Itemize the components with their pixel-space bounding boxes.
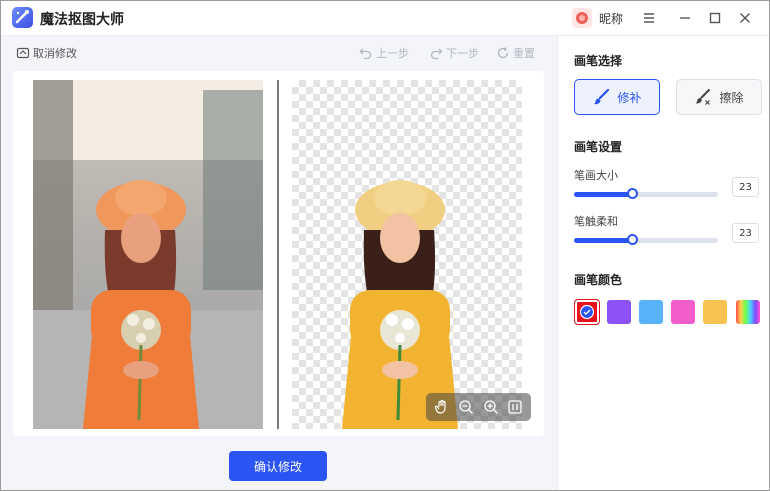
home-icon [16, 47, 30, 59]
size-slider-fill [574, 192, 634, 197]
softness-slider-fill [574, 238, 634, 243]
erase-brush-label: 擦除 [719, 90, 744, 105]
brush-settings-title: 画笔设置 [574, 140, 623, 154]
minimize-icon[interactable] [673, 6, 697, 30]
reset-button[interactable]: 重置 [496, 45, 535, 61]
size-value-box[interactable]: 23 [732, 177, 759, 197]
undo-button[interactable]: 上一步 [359, 45, 409, 61]
check-icon [579, 304, 595, 320]
brush-icon [594, 88, 610, 105]
cancel-edit-button[interactable]: 取消修改 [16, 45, 77, 61]
brush-select-title: 画笔选择 [574, 54, 623, 68]
reset-icon [497, 47, 509, 59]
brush-panel: 画笔选择 修补 擦除 画笔设置 笔画大小 23 笔触柔和 23 画笔颜色 [557, 36, 769, 490]
title-bar: 魔法抠图大师 昵称 [1, 1, 769, 36]
original-photo [33, 80, 263, 429]
undo-label: 上一步 [376, 47, 409, 60]
color-swatch-yellow[interactable] [703, 300, 727, 324]
redo-icon [430, 48, 443, 60]
size-label: 笔画大小 [574, 169, 618, 182]
color-swatch-rainbow[interactable] [736, 300, 760, 324]
fit-icon[interactable] [506, 398, 524, 416]
undo-icon [359, 48, 372, 60]
image-canvas [13, 71, 544, 436]
zoom-toolbar [426, 393, 531, 421]
user-avatar[interactable] [572, 8, 592, 28]
confirm-edit-button[interactable]: 确认修改 [229, 451, 327, 481]
user-name[interactable]: 昵称 [599, 10, 623, 27]
hand-icon[interactable] [433, 398, 451, 416]
softness-slider[interactable] [574, 234, 718, 245]
app-logo-icon [12, 7, 33, 28]
menu-icon[interactable] [637, 6, 661, 30]
color-swatch-pink[interactable] [671, 300, 695, 324]
redo-label: 下一步 [446, 47, 479, 60]
close-icon[interactable] [733, 6, 757, 30]
edit-toolbar: 取消修改 上一步 下一步 重置 [1, 36, 557, 72]
zoom-in-icon[interactable] [482, 398, 500, 416]
erase-brush-button[interactable]: 擦除 [676, 79, 762, 115]
app-window: 魔法抠图大师 昵称 取消修改 上一步 下一步 重置 确认修改 画笔选择 修补 擦… [0, 0, 770, 491]
color-swatch-red[interactable] [575, 300, 599, 324]
zoom-out-icon[interactable] [457, 398, 475, 416]
compare-divider[interactable] [277, 80, 279, 429]
color-swatch-purple[interactable] [607, 300, 631, 324]
cutout-preview [292, 80, 522, 429]
maximize-icon[interactable] [703, 6, 727, 30]
redo-button[interactable]: 下一步 [429, 45, 479, 61]
color-swatch-blue[interactable] [639, 300, 663, 324]
size-slider[interactable] [574, 188, 718, 199]
repair-brush-button[interactable]: 修补 [574, 79, 660, 115]
repair-brush-label: 修补 [617, 90, 642, 105]
softness-value-box[interactable]: 23 [732, 223, 759, 243]
eraser-icon [695, 89, 711, 105]
app-title: 魔法抠图大师 [40, 12, 124, 28]
cancel-edit-label: 取消修改 [33, 47, 77, 60]
reset-label: 重置 [513, 47, 535, 60]
softness-slider-thumb[interactable] [627, 234, 639, 245]
softness-label: 笔触柔和 [574, 215, 618, 228]
size-slider-thumb[interactable] [627, 188, 639, 199]
brush-color-title: 画笔颜色 [574, 273, 623, 287]
